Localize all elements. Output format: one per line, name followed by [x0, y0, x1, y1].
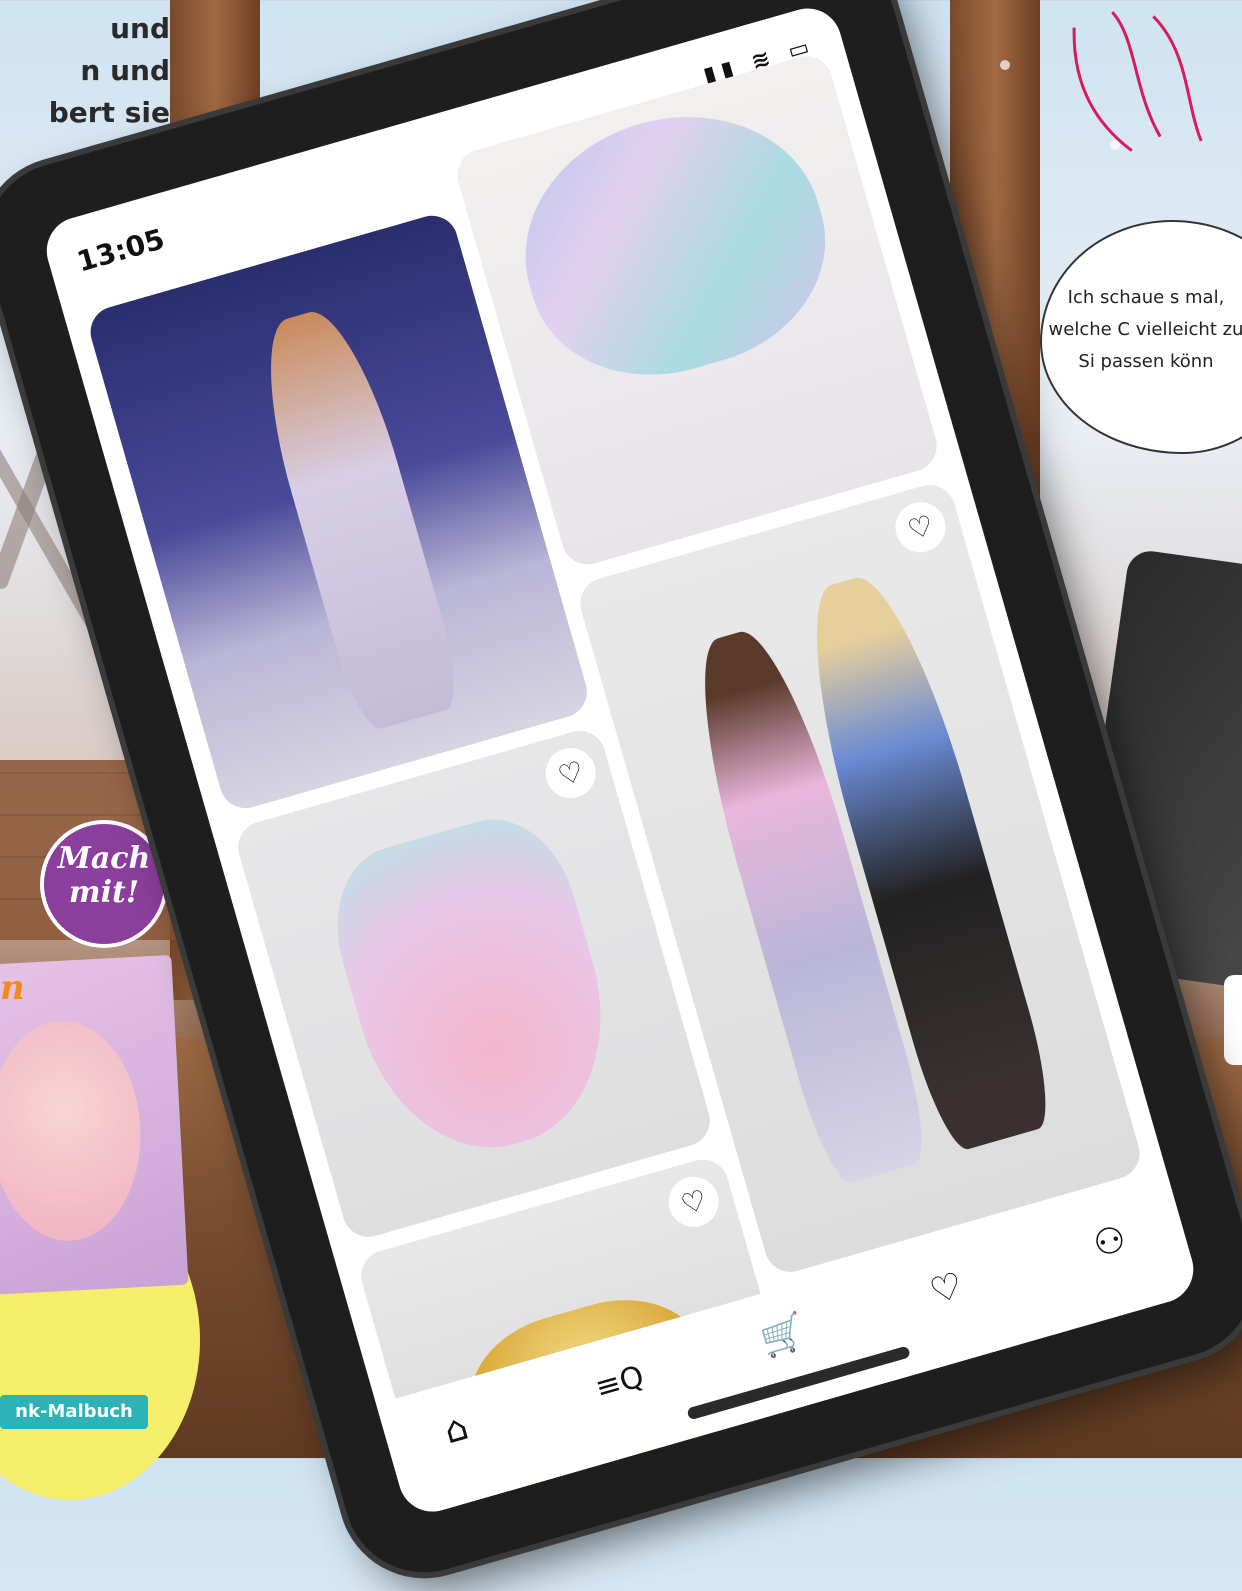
two-friends-image [574, 478, 1146, 1278]
cart-icon[interactable]: 🛒 [746, 1298, 820, 1372]
badge-line-1: Mach [57, 841, 151, 876]
heart-glyph: ♡ [554, 753, 588, 793]
profile-icon[interactable]: ⚇ [1073, 1205, 1147, 1279]
feed-card-two-friends-outfit[interactable]: ♡ [574, 478, 1146, 1278]
heart-glyph: ♡ [677, 1182, 711, 1222]
book-cover-face [0, 1017, 146, 1245]
signature-icon [1072, 11, 1203, 152]
status-clock: 13:05 [73, 222, 169, 279]
signature-scribble [1052, 0, 1213, 169]
side-card [1224, 975, 1242, 1065]
search-icon[interactable]: ≡Q [582, 1345, 656, 1419]
coloring-book-cover [0, 954, 189, 1296]
snow-flake [1000, 60, 1010, 70]
home-icon[interactable]: ⌂ [419, 1392, 493, 1466]
badge-line-2: mit! [68, 875, 140, 910]
mach-mit-badge: Mach mit! [40, 820, 168, 948]
model-figure [245, 300, 467, 735]
speech-cloud-text: Ich schaue s mal, welche C vielleicht zu… [1048, 287, 1242, 372]
orange-script-letter: n [0, 968, 25, 1008]
dress-shape [315, 801, 635, 1176]
heart-glyph: ♡ [903, 507, 938, 547]
book-label: nk-Malbuch [0, 1395, 148, 1429]
favorites-icon[interactable]: ♡ [909, 1251, 983, 1325]
dress-skirt [495, 82, 853, 406]
